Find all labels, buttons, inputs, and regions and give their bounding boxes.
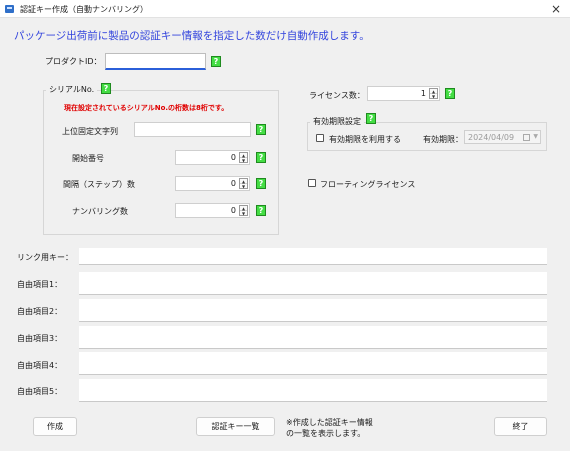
- title-bar: 認証キー作成（自動ナンバリング） ×: [0, 0, 570, 18]
- prefix-input[interactable]: [134, 122, 251, 137]
- exit-button[interactable]: 終了: [494, 417, 547, 436]
- start-number-spinner[interactable]: 0 ▲ ▼: [175, 150, 250, 165]
- free-item-4-label: 自由項目4：: [17, 361, 63, 370]
- expiry-group-title: 有効期限設定: [310, 116, 364, 127]
- help-icon[interactable]: ?: [101, 83, 111, 94]
- window-title: 認証キー作成（自動ナンバリング）: [20, 5, 148, 14]
- help-icon[interactable]: ?: [256, 178, 266, 189]
- link-key-input[interactable]: [79, 248, 547, 265]
- start-number-value: 0: [230, 153, 236, 162]
- numbering-count-value: 0: [230, 206, 236, 215]
- create-button[interactable]: 作成: [33, 417, 77, 436]
- help-icon[interactable]: ?: [256, 205, 266, 216]
- page-heading: パッケージ出荷前に製品の認証キー情報を指定した数だけ自動作成します。: [14, 30, 370, 42]
- start-number-label: 開始番号: [72, 154, 104, 163]
- free-item-5-input[interactable]: [79, 379, 547, 402]
- key-list-note: ※作成した認証キー情報 の一覧を表示します。: [286, 417, 373, 439]
- help-icon[interactable]: ?: [366, 113, 376, 124]
- app-icon: [5, 5, 14, 13]
- numbering-count-label: ナンバリング数: [72, 207, 128, 216]
- use-expiry-checkbox[interactable]: [316, 134, 324, 142]
- key-list-note-line1: ※作成した認証キー情報: [286, 418, 373, 427]
- calendar-icon: [523, 134, 530, 141]
- product-id-label: プロダクトID：: [45, 57, 102, 66]
- free-item-2-label: 自由項目2：: [17, 307, 63, 316]
- down-arrow-icon[interactable]: ▼: [240, 184, 247, 189]
- serial-digits-warning: 現在設定されているシリアルNo.の桁数は8桁です。: [64, 104, 229, 112]
- numbering-count-spinner[interactable]: 0 ▲ ▼: [175, 203, 250, 218]
- floating-license-label: フローティングライセンス: [320, 180, 416, 189]
- serial-group-title: シリアルNo.: [46, 84, 98, 95]
- chevron-down-icon: ▼: [533, 133, 538, 140]
- expiry-date-label: 有効期限：: [423, 135, 463, 144]
- down-arrow-icon[interactable]: ▼: [430, 94, 437, 99]
- help-icon[interactable]: ?: [256, 124, 266, 135]
- license-count-spinner[interactable]: 1 ▲ ▼: [367, 86, 440, 101]
- free-item-2-input[interactable]: [79, 299, 547, 322]
- prefix-label: 上位固定文字列: [62, 127, 118, 136]
- key-list-button[interactable]: 認証キー一覧: [196, 417, 275, 436]
- step-label: 間隔（ステップ）数: [63, 180, 135, 189]
- floating-license-checkbox[interactable]: [308, 179, 316, 187]
- step-spinner[interactable]: 0 ▲ ▼: [175, 176, 250, 191]
- license-count-label: ライセンス数：: [309, 91, 365, 100]
- use-expiry-label: 有効期限を利用する: [329, 135, 401, 144]
- close-icon[interactable]: ×: [548, 1, 564, 17]
- down-arrow-icon[interactable]: ▼: [240, 211, 247, 216]
- free-item-1-label: 自由項目1：: [17, 280, 63, 289]
- product-id-input[interactable]: [105, 53, 206, 70]
- free-item-1-input[interactable]: [79, 272, 547, 295]
- key-list-note-line2: の一覧を表示します。: [286, 429, 366, 438]
- free-item-3-input[interactable]: [79, 326, 547, 349]
- free-item-3-label: 自由項目3：: [17, 334, 63, 343]
- help-icon[interactable]: ?: [211, 56, 221, 67]
- expiry-date-picker[interactable]: 2024/04/09 ▼: [464, 130, 541, 144]
- expiry-date-value: 2024/04/09: [468, 133, 515, 142]
- help-icon[interactable]: ?: [256, 152, 266, 163]
- free-item-4-input[interactable]: [79, 352, 547, 375]
- link-key-label: リンク用キー：: [17, 253, 73, 262]
- free-item-5-label: 自由項目5：: [17, 387, 63, 396]
- step-value: 0: [230, 179, 236, 188]
- help-icon[interactable]: ?: [445, 88, 455, 99]
- down-arrow-icon[interactable]: ▼: [240, 158, 247, 163]
- license-count-value: 1: [420, 89, 426, 98]
